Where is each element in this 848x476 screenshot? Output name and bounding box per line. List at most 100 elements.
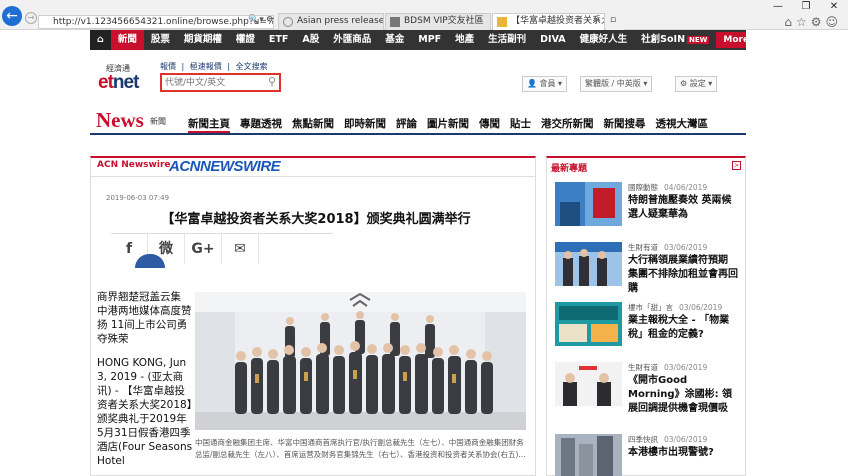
member-button[interactable]: 👤 會員 ▾ (522, 76, 568, 92)
sidebar-item[interactable]: 樓市「甜」言 03/06/2019 業主報稅大全 - 「物業稅」租金的定義? (555, 302, 743, 360)
more-button[interactable]: More... (716, 32, 746, 48)
close-tab-icon[interactable]: ✕ (593, 14, 601, 29)
article-paragraph: 商界翘楚冠盖云集 中港两地媒体高度赞扬 11间上市公司勇夺殊荣 (97, 291, 192, 345)
topnav-item-news[interactable]: 新聞 (110, 30, 144, 50)
sidebar-item[interactable]: 生財有道 03/06/2019 大行稱領展業績符預期 集團不排除加租並會再回購 (555, 242, 743, 300)
divider (91, 176, 535, 177)
new-tab-button[interactable]: ▫ (606, 13, 624, 30)
news-logo[interactable]: News (96, 108, 144, 133)
quicklink-search[interactable]: 全文搜索 (236, 62, 268, 71)
topnav-item-lifestyle[interactable]: 生活副刊 (481, 30, 533, 50)
topnav-item-diva[interactable]: DIVA (533, 30, 572, 50)
etnet-logo[interactable]: etnet (98, 72, 139, 94)
back-arrow-icon[interactable]: ← (2, 6, 22, 26)
chevron-right-icon[interactable]: > (732, 161, 741, 170)
tab-article[interactable]: 【华富卓越投资者关系大奖2... ✕ (492, 13, 605, 30)
topnav-item-etf[interactable]: ETF (262, 30, 295, 50)
forward-arrow-icon[interactable]: → (25, 12, 37, 24)
topnav-item-soin[interactable]: 社創SoIN NEW (634, 30, 716, 50)
email-icon[interactable]: ✉ (222, 234, 259, 264)
soin-label: 社創SoIN (641, 34, 686, 45)
good-morning-thumbnail (555, 362, 622, 406)
item-headline[interactable]: 業主報稅大全 - 「物業稅」租金的定義? (628, 314, 738, 342)
search-input[interactable] (162, 75, 262, 91)
toolbar-icons[interactable]: ⌂☆⚙☺ (784, 15, 842, 29)
tab-asian-press[interactable]: Asian press release distribu... (278, 13, 384, 30)
property-market-thumbnail (555, 434, 622, 476)
etnet-favicon-icon (497, 17, 507, 27)
item-date: 03/06/2019 (664, 243, 708, 252)
address-bar-icons[interactable]: 🔍▾ ⟳ (248, 15, 274, 25)
item-headline[interactable]: 《開市Good Morning》涂國彬: 領展回調提供機會現價吸 (628, 374, 738, 416)
quicklink-streaming[interactable]: 極速報價 (190, 62, 222, 71)
member-label: 會員 (539, 79, 556, 88)
sidebar-item[interactable]: 四季快訊 03/06/2019 本港樓市出現警號? (555, 434, 743, 476)
topnav-item-funds[interactable]: 基金 (378, 30, 411, 50)
thumbnail (555, 242, 622, 286)
tab-bdsm[interactable]: BDSM VIP交友社區 (385, 13, 491, 30)
item-category: 生財有道 03/06/2019 (628, 362, 707, 373)
item-headline[interactable]: 大行稱領展業績符預期 集團不排除加租並會再回購 (628, 254, 738, 296)
item-date: 03/06/2019 (664, 435, 708, 444)
acn-newswire-logo: ACNNEWSWIRE (169, 158, 281, 175)
maximize-icon[interactable]: ❐ (792, 0, 820, 14)
thumbnail (555, 182, 622, 226)
section-instant[interactable]: 即時新聞 (344, 116, 386, 133)
address-bar[interactable]: http://v1.123456654321.online/browse.php… (38, 15, 274, 29)
award-ceremony-photo (195, 292, 526, 430)
topnav-item-futures[interactable]: 期貨期權 (177, 30, 229, 50)
topnav-item-health[interactable]: 健康好人生 (573, 30, 635, 50)
sidebar-item[interactable]: 國際動態 04/06/2019 特朗普施壓奏效 英兩候選人疑棄華為 (555, 182, 743, 240)
etnet-page: ⌂ 新聞 股票 期貨期權 權證 ETF A股 外匯商品 基金 MPF 地產 生活… (90, 30, 746, 476)
google-plus-icon[interactable]: G+ (185, 234, 222, 264)
section-news-search[interactable]: 新聞搜尋 (604, 116, 646, 133)
section-commentary[interactable]: 評論 (396, 116, 417, 133)
section-photo-news[interactable]: 圖片新聞 (427, 116, 469, 133)
home-icon[interactable]: ⌂ (90, 30, 111, 50)
browser-chrome: ← → http://v1.123456654321.online/browse… (0, 0, 848, 30)
settings-button[interactable]: ⚙ 設定 ▾ (675, 76, 718, 92)
item-headline[interactable]: 本港樓市出現警號? (628, 446, 738, 460)
article-paragraph: HONG KONG, Jun 3, 2019 - (亚太商讯) - 【华富卓越投… (97, 357, 193, 467)
stock-search-box: ⚲ (160, 73, 281, 92)
section-topics[interactable]: 專題透視 (240, 116, 282, 133)
sidebar-item[interactable]: 生財有道 03/06/2019 《開市Good Morning》涂國彬: 領展回調… (555, 362, 743, 420)
topnav-item-ashares[interactable]: A股 (295, 30, 326, 50)
topnav-item-warrants[interactable]: 權證 (229, 30, 262, 50)
topnav-item-mpf[interactable]: MPF (411, 30, 448, 50)
site-favicon-icon (390, 17, 400, 27)
section-rumours[interactable]: 傳聞 (479, 116, 500, 133)
topnav-item-stocks[interactable]: 股票 (144, 30, 177, 50)
top-nav: ⌂ 新聞 股票 期貨期權 權證 ETF A股 外匯商品 基金 MPF 地產 生活… (90, 30, 746, 50)
close-window-icon[interactable]: ✕ (820, 0, 848, 14)
thumbnail (555, 434, 622, 476)
thumbnail (555, 302, 622, 346)
quicklink-sep: | (181, 62, 185, 71)
window-controls: — ❐ ✕ (764, 0, 848, 14)
category-text: 樓市「甜」言 (628, 303, 673, 312)
quicklinks: 報價 | 極速報價 | 全文搜索 (160, 61, 271, 72)
tab-label: Asian press release distribu... (297, 16, 384, 26)
language-button[interactable]: 繁體版 / 中英版 ▾ (580, 76, 653, 92)
section-tips[interactable]: 貼士 (510, 116, 531, 133)
quicklink-sep: | (227, 62, 231, 71)
ceremony-illustration (195, 292, 526, 430)
section-news-home[interactable]: 新聞主頁 (188, 116, 230, 133)
news-sections: 新聞主頁 專題透視 焦點新聞 即時新聞 評論 圖片新聞 傳聞 貼士 港交所新聞 … (188, 116, 718, 133)
category-text: 生財有道 (628, 363, 658, 372)
tab-label: 【华富卓越投资者关系大奖2... (511, 16, 604, 26)
news-section-bar: News 新聞 新聞主頁 專題透視 焦點新聞 即時新聞 評論 圖片新聞 傳聞 貼… (90, 104, 746, 135)
item-headline[interactable]: 特朗普施壓奏效 英兩候選人疑棄華為 (628, 194, 738, 222)
minimize-icon[interactable]: — (764, 0, 792, 14)
quicklink-quote[interactable]: 報價 (160, 62, 176, 71)
section-gba[interactable]: 透視大灣區 (656, 116, 709, 133)
topnav-item-forex[interactable]: 外匯商品 (326, 30, 378, 50)
sidebar-title: 最新專題 (551, 164, 588, 174)
search-icon[interactable]: ⚲ (268, 75, 276, 88)
topnav-item-property[interactable]: 地產 (448, 30, 481, 50)
member-icon: 👤 (527, 79, 540, 88)
section-focus[interactable]: 焦點新聞 (292, 116, 334, 133)
item-category: 生財有道 03/06/2019 (628, 242, 707, 253)
latest-topics-panel: 最新專題 > 國際動態 04/06/2019 特朗普施壓奏效 英兩候選人疑棄華為 … (546, 156, 746, 476)
section-hkex-news[interactable]: 港交所新聞 (541, 116, 594, 133)
